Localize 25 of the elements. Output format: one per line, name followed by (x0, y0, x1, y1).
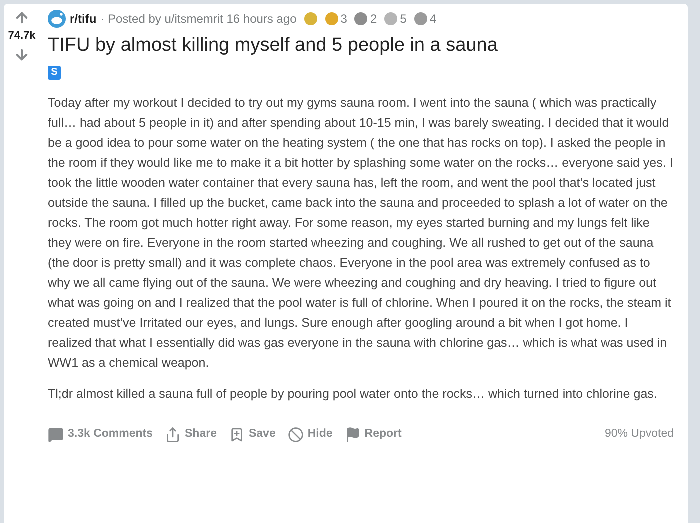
subreddit-link[interactable]: r/tifu (70, 10, 97, 28)
award-count: 2 (370, 11, 378, 28)
post-paragraph: Tl;dr almost killed a sauna full of people by pouring pool water onto the rocks… which turned into chlorine gas. (48, 386, 658, 403)
hide-button[interactable]: Hide (288, 426, 333, 444)
report-button[interactable]: Report (344, 426, 402, 444)
save-button[interactable]: Save (228, 426, 276, 444)
comment-icon (48, 426, 64, 443)
vote-count: 74.7k (8, 29, 36, 44)
post-title: TIFU by almost killing myself and 5 people in a sauna (48, 34, 499, 58)
comments-button[interactable]: 3.3k Comments (48, 426, 154, 444)
subreddit-icon (48, 10, 66, 28)
downvote-icon[interactable] (14, 46, 30, 62)
hide-icon (288, 426, 304, 443)
flag-icon (344, 426, 361, 443)
share-icon (165, 426, 182, 443)
upvote-ratio: 90% Upvoted (604, 427, 674, 442)
share-button[interactable]: Share (165, 426, 217, 444)
post-paragraph: Today after my workout I decided to try out my gyms sauna room. I went into the sauna ( which was practically full… had about 5 people in it) and after spending about 10-15 min, I was barely sweating. I decided that it would be a good idea to pour some water on the heating system ( the one that has rocks on top). I asked the people in the room if they would like me to make it a bit hotter by splashing some water on the rocks… everyone said yes. I took the little wooden water container that every sauna has, left the room, and went the pool that’s located just outside the sauna. I filled up the bucket, came back into the sauna and proceeded to splash a lot of water on the rocks. The room got much hotter right away. For some reason, my eyes started burning and my lungs felt like they were on fire. Everyone in the room started wheezing and coughing. We all rushed to get out of the sauna (the door is pretty small) and it was complete chaos. Everyone in the pool area was extremely confused as to why we all came flying out of the sauna. We were wheezing and coughing and dry heaving. I tried to figure out what was going on and I realized that the pool water is full of chlorine. When I poured it on the rocks, the steam it created must’ve Irritated our eyes, and lungs. Sure enough after googling around a bit when I got home. I realized that what I essentially did was gas everyone in the sauna with chlorine gas… which is what was used in WW1 as a chemical weapon. (48, 95, 674, 372)
award-count: 5 (400, 11, 407, 28)
upvote-icon[interactable] (14, 10, 30, 26)
award-count: 3 (340, 11, 348, 28)
award-count: 4 (430, 11, 437, 28)
bookmark-icon (228, 426, 245, 443)
post-meta: · Posted by u/itsmemrit 16 hours ago (100, 11, 297, 28)
flair-tag: S (48, 66, 61, 80)
